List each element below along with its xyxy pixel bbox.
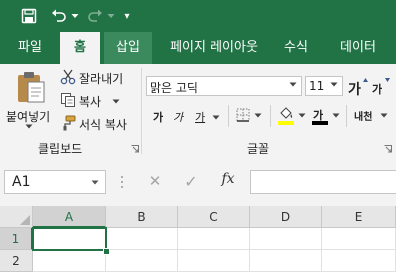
cut-label: 잘라내기 bbox=[79, 72, 124, 86]
format-painter-icon bbox=[60, 115, 76, 131]
font-color-button[interactable]: 가 bbox=[312, 107, 342, 127]
grow-font-label: 가 bbox=[348, 82, 361, 98]
format-painter-label: 서식 복사 bbox=[79, 118, 127, 132]
row-header-2[interactable]: 2 bbox=[0, 250, 33, 272]
name-box-dropdown-icon[interactable] bbox=[91, 180, 99, 185]
ribbon-tabs: 파일 홈 삽입 페이지 레이아웃 수식 데이터 bbox=[0, 32, 396, 64]
borders-icon bbox=[236, 108, 250, 122]
cell-a2[interactable] bbox=[33, 250, 106, 272]
fill-handle[interactable] bbox=[103, 248, 110, 255]
phonetic-label: 내천 bbox=[354, 112, 373, 123]
font-color-swatch bbox=[312, 121, 328, 125]
select-all-button[interactable] bbox=[0, 206, 33, 228]
grow-arrow-icon bbox=[363, 78, 368, 82]
fill-color-dropdown-icon[interactable] bbox=[298, 113, 306, 118]
underline-label: 가 bbox=[195, 111, 206, 124]
select-all-icon bbox=[20, 215, 30, 225]
cell-b1[interactable] bbox=[106, 228, 178, 250]
shrink-font-label: 가 bbox=[372, 83, 383, 96]
cell-e1[interactable] bbox=[322, 228, 396, 250]
shrink-font-button[interactable]: 가 bbox=[372, 78, 392, 96]
ribbon-home: 붙여넣기 잘라내기 복사 서식 복사 클립보드 맑은 고딕 11 가 가 가 가… bbox=[0, 64, 396, 159]
bold-button[interactable]: 가 bbox=[152, 108, 168, 126]
paste-label: 붙여넣기 bbox=[6, 110, 51, 124]
formula-input[interactable] bbox=[250, 170, 396, 194]
cancel-icon[interactable]: ✕ bbox=[144, 172, 166, 192]
copy-label: 복사 bbox=[79, 95, 102, 109]
font-color-dropdown-icon[interactable] bbox=[332, 113, 340, 118]
italic-label: 가 bbox=[173, 111, 184, 124]
redo-dropdown-icon[interactable] bbox=[106, 0, 116, 32]
column-header-c[interactable]: C bbox=[178, 206, 250, 228]
paste-dropdown-icon[interactable] bbox=[25, 124, 33, 129]
bold-label: 가 bbox=[153, 111, 164, 124]
font-group-label: 글꼴 bbox=[247, 142, 270, 156]
customize-qat-icon[interactable]: ▾ bbox=[120, 0, 134, 32]
borders-dropdown-icon[interactable] bbox=[254, 113, 262, 118]
formula-bar: A1 ✕ ✓ fx bbox=[0, 158, 396, 206]
shrink-arrow-icon bbox=[385, 78, 390, 82]
borders-button[interactable] bbox=[236, 108, 266, 126]
cell-c2[interactable] bbox=[178, 250, 250, 272]
phonetic-button[interactable]: 내천 bbox=[352, 107, 390, 127]
tab-file[interactable]: 파일 bbox=[8, 32, 52, 64]
phonetic-dropdown-icon[interactable] bbox=[380, 113, 388, 118]
name-box-value: A1 bbox=[12, 174, 31, 190]
tab-home[interactable]: 홈 bbox=[60, 32, 100, 64]
copy-dropdown-icon[interactable] bbox=[112, 99, 120, 104]
font-name-combo[interactable]: 맑은 고딕 bbox=[146, 76, 302, 96]
redo-icon[interactable] bbox=[84, 0, 106, 32]
quick-access-toolbar: ▾ bbox=[0, 0, 396, 32]
font-size-value: 11 bbox=[309, 79, 325, 93]
clipboard-dialog-launcher-icon[interactable] bbox=[131, 145, 139, 153]
tab-insert[interactable]: 삽입 bbox=[104, 32, 152, 64]
cell-e2[interactable] bbox=[322, 250, 396, 272]
copy-button[interactable]: 복사 bbox=[60, 92, 124, 110]
font-size-combo[interactable]: 11 bbox=[305, 76, 343, 96]
grow-font-button[interactable]: 가 bbox=[348, 78, 368, 98]
font-size-dropdown-icon[interactable] bbox=[330, 82, 338, 87]
font-row-divider-2 bbox=[270, 105, 271, 127]
font-dialog-launcher-icon[interactable] bbox=[384, 145, 392, 153]
copy-icon bbox=[60, 92, 76, 108]
cell-d1[interactable] bbox=[250, 228, 322, 250]
tab-page-layout[interactable]: 페이지 레이아웃 bbox=[162, 32, 266, 64]
fill-color-button[interactable] bbox=[278, 107, 308, 127]
cut-button[interactable]: 잘라내기 bbox=[60, 69, 134, 87]
enter-icon[interactable]: ✓ bbox=[180, 172, 202, 192]
font-name-value: 맑은 고딕 bbox=[150, 81, 198, 95]
font-name-dropdown-icon[interactable] bbox=[289, 82, 297, 87]
paste-icon bbox=[16, 70, 46, 104]
undo-icon[interactable] bbox=[48, 0, 70, 32]
undo-dropdown-icon[interactable] bbox=[70, 0, 80, 32]
tab-data[interactable]: 데이터 bbox=[330, 32, 386, 64]
underline-dropdown-icon[interactable] bbox=[212, 115, 220, 120]
worksheet-grid: A B C D E 1 2 bbox=[0, 206, 396, 275]
font-row-divider bbox=[228, 105, 229, 127]
column-header-e[interactable]: E bbox=[322, 206, 396, 228]
column-header-a[interactable]: A bbox=[33, 206, 106, 228]
column-header-b[interactable]: B bbox=[106, 206, 178, 228]
paste-button[interactable]: 붙여넣기 bbox=[6, 68, 54, 130]
insert-function-icon[interactable]: fx bbox=[216, 171, 240, 191]
tab-formulas[interactable]: 수식 bbox=[276, 32, 316, 64]
clipboard-group-label: 클립보드 bbox=[38, 142, 83, 156]
active-cell-outline bbox=[32, 227, 107, 251]
italic-button[interactable]: 가 bbox=[172, 108, 188, 126]
cell-b2[interactable] bbox=[106, 250, 178, 272]
underline-button[interactable]: 가 bbox=[194, 108, 224, 126]
formula-bar-grip-icon[interactable] bbox=[120, 174, 124, 190]
save-icon[interactable] bbox=[18, 0, 40, 32]
group-separator bbox=[141, 68, 142, 154]
cell-d2[interactable] bbox=[250, 250, 322, 272]
format-painter-button[interactable]: 서식 복사 bbox=[60, 115, 134, 133]
paint-bucket-icon bbox=[280, 107, 293, 119]
font-row-divider-3 bbox=[346, 105, 347, 127]
row-header-1[interactable]: 1 bbox=[0, 228, 33, 250]
fill-color-swatch bbox=[278, 121, 294, 125]
scissors-icon bbox=[60, 69, 76, 85]
cell-c1[interactable] bbox=[178, 228, 250, 250]
name-box[interactable]: A1 bbox=[4, 170, 106, 194]
column-header-d[interactable]: D bbox=[250, 206, 322, 228]
